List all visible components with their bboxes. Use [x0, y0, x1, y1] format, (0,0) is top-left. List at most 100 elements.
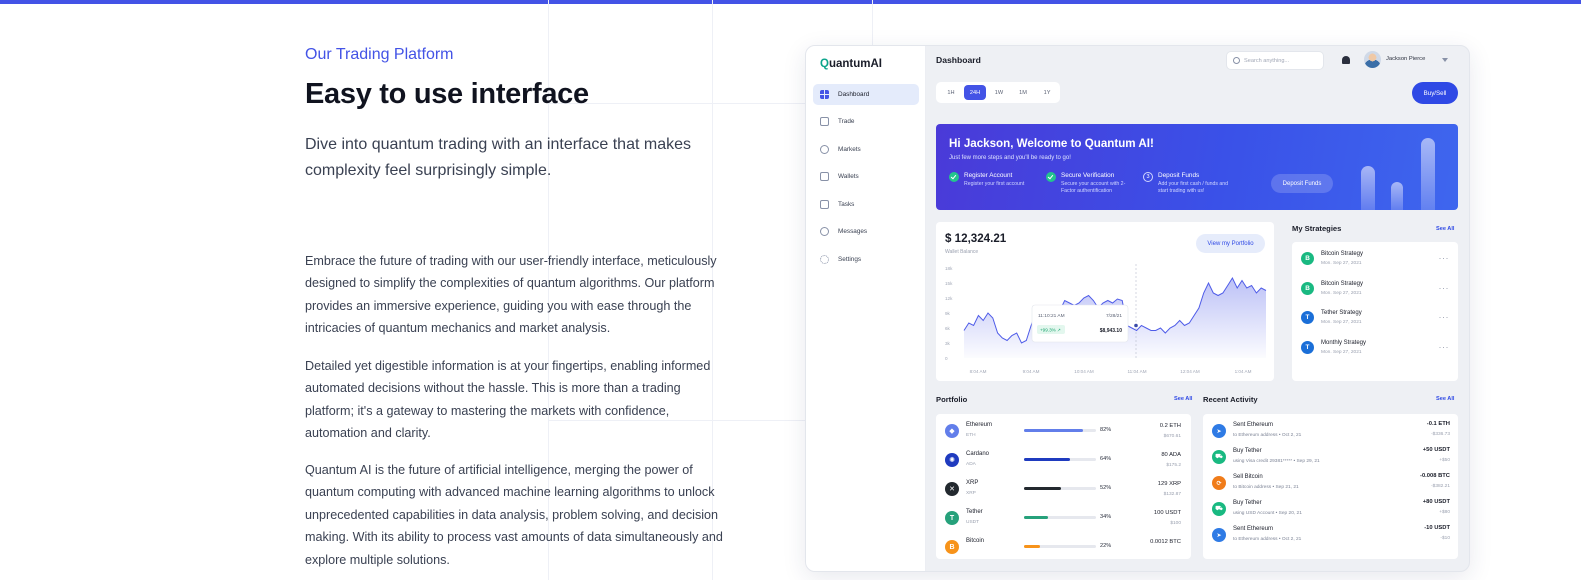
more-icon[interactable]: ··· [1439, 253, 1450, 263]
activity-title: Recent Activity [1203, 395, 1258, 404]
search-icon [1233, 57, 1240, 64]
tasks-icon [820, 200, 829, 209]
sidebar-item-tasks[interactable]: Tasks [813, 194, 919, 215]
balance-chart[interactable]: 18k 15k 12k 9k 6k 3k 0 8:04 AM 9:04 AM 10:04 AM 11… [936, 222, 1274, 381]
portfolio-item[interactable]: ✺ Cardano ADA 64% 80 ADA $175.2 [945, 450, 1181, 472]
timeframe-1y[interactable]: 1Y [1036, 85, 1058, 100]
cart-icon: ⛟ [1212, 450, 1226, 464]
user-name[interactable]: Jackson Pierce [1386, 56, 1425, 62]
onboarding-step: 3 Deposit Funds Add your first cash / fun… [1143, 172, 1234, 195]
section-title: Easy to use interface [305, 78, 589, 110]
timeframe-24h[interactable]: 24H [964, 85, 986, 100]
activity-card: ➤ Sent Ethereum to Ethereum address • Oc… [1203, 414, 1458, 559]
top-accent-bar [0, 0, 1581, 4]
portfolio-item[interactable]: ✕ XRP XRP 52% 129 XRP $132.87 [945, 479, 1181, 501]
y-tick-label: 15k [945, 281, 953, 286]
send-icon: ➤ [1212, 528, 1226, 542]
strategy-item[interactable]: T Monthly Strategy Mon. Sep 27, 2021 ··· [1301, 339, 1449, 359]
activity-see-all-link[interactable]: See All [1436, 396, 1454, 402]
y-tick-label: 18k [945, 266, 953, 271]
sidebar-item-wallets[interactable]: Wallets [813, 166, 919, 187]
xrp-icon: ✕ [945, 482, 959, 496]
strategy-icon: B [1301, 252, 1314, 265]
activity-item[interactable]: ⟳ Sell Bitcoin to Bitcoin address • Sep … [1212, 472, 1450, 494]
portfolio-item[interactable]: B Bitcoin 22% 0.0012 BTC [945, 537, 1181, 559]
portfolio-card: ◆ Ethereum ETH 82% 0.2 ETH $670.61 ✺ Car… [936, 414, 1191, 559]
sidebar-item-settings[interactable]: Settings [813, 249, 919, 270]
portfolio-see-all-link[interactable]: See All [1174, 396, 1192, 402]
app-logo[interactable]: QuantumAI [820, 58, 882, 70]
allocation-bar-fill [1024, 545, 1040, 548]
crosshair-point [1134, 323, 1138, 328]
decorative-bar [1391, 182, 1403, 210]
tooltip-date: 7/28/21 [1106, 313, 1122, 319]
allocation-bar [1024, 458, 1096, 461]
portfolio-item[interactable]: T Tether USDT 34% 100 USDT $100 [945, 508, 1181, 530]
sidebar-item-messages[interactable]: Messages [813, 221, 919, 242]
section-lead: Dive into quantum trading with an interf… [305, 136, 691, 179]
welcome-banner: Hi Jackson, Welcome to Quantum AI! Just … [936, 124, 1458, 210]
strategy-icon: T [1301, 341, 1314, 354]
x-tick-label: 9:04 AM [1023, 369, 1040, 374]
allocation-bar [1024, 429, 1096, 432]
sidebar-item-dashboard[interactable]: Dashboard [813, 84, 919, 105]
dashboard-icon [820, 90, 829, 99]
strategy-item[interactable]: B Bitcoin Strategy Mon. Sep 27, 2021 ··· [1301, 280, 1449, 300]
y-tick-label: 3k [945, 341, 951, 346]
strategy-item[interactable]: T Tether Strategy Mon. Sep 27, 2021 ··· [1301, 309, 1449, 329]
strategies-see-all-link[interactable]: See All [1436, 226, 1454, 232]
check-icon [949, 172, 959, 182]
tooltip-change: +99.3% ↗ [1040, 328, 1061, 333]
message-icon [820, 227, 829, 236]
allocation-bar-fill [1024, 458, 1071, 461]
activity-item[interactable]: ⛟ Buy Tether using Visa credit 29381****… [1212, 446, 1450, 468]
allocation-bar [1024, 545, 1096, 548]
more-icon[interactable]: ··· [1439, 283, 1450, 293]
tooltip-time: 11:10:21 AM [1038, 313, 1065, 319]
sidebar-item-trade[interactable]: Trade [813, 111, 919, 132]
strategy-icon: T [1301, 311, 1314, 324]
page-title: Dashboard [936, 55, 981, 65]
bg-grid-line [872, 0, 873, 45]
body-paragraph: Embrace the future of trading with our u… [305, 254, 717, 336]
strategies-title: My Strategies [1292, 224, 1342, 233]
check-icon [1046, 172, 1056, 182]
portfolio-title: Portfolio [936, 395, 968, 404]
strategies-card: B Bitcoin Strategy Mon. Sep 27, 2021 ···… [1292, 242, 1458, 381]
onboarding-step: Secure Verification Secure your account w… [1046, 172, 1137, 195]
x-tick-label: 12:04 AM [1180, 369, 1200, 374]
more-icon[interactable]: ··· [1439, 312, 1450, 322]
timeframe-1m[interactable]: 1M [1012, 85, 1034, 100]
decorative-bar [1421, 138, 1435, 210]
allocation-bar [1024, 487, 1096, 490]
sidebar-item-markets[interactable]: Markets [813, 139, 919, 160]
buy-sell-button[interactable]: Buy/Sell [1412, 82, 1458, 104]
send-icon: ➤ [1212, 424, 1226, 438]
avatar[interactable] [1364, 51, 1381, 68]
trade-icon [820, 117, 829, 126]
y-tick-label: 0 [945, 356, 948, 361]
bell-icon[interactable] [1342, 56, 1350, 64]
ethereum-icon: ◆ [945, 424, 959, 438]
timeframe-1w[interactable]: 1W [988, 85, 1010, 100]
cart-icon: ⛟ [1212, 502, 1226, 516]
tooltip-box [1031, 304, 1129, 343]
timeframe-1h[interactable]: 1H [940, 85, 962, 100]
y-tick-label: 9k [945, 311, 951, 316]
activity-item[interactable]: ⛟ Buy Tether using USD Account • Sep 20,… [1212, 498, 1450, 520]
allocation-bar-fill [1024, 429, 1084, 432]
deposit-funds-button[interactable]: Deposit Funds [1271, 174, 1333, 193]
timeframe-selector: 1H 24H 1W 1M 1Y [936, 82, 1060, 103]
portfolio-item[interactable]: ◆ Ethereum ETH 82% 0.2 ETH $670.61 [945, 421, 1181, 443]
search-input[interactable]: Search anything... [1226, 51, 1324, 70]
more-icon[interactable]: ··· [1439, 342, 1450, 352]
activity-item[interactable]: ➤ Sent Ethereum to Ethereum address • Oc… [1212, 420, 1450, 442]
strategy-item[interactable]: B Bitcoin Strategy Mon. Sep 27, 2021 ··· [1301, 250, 1449, 270]
decorative-bar [1361, 166, 1375, 210]
body-paragraph: Quantum AI is the future of artificial i… [305, 463, 723, 567]
tooltip-value: $8,943.10 [1100, 328, 1122, 334]
activity-item[interactable]: ➤ Sent Ethereum to Ethereum address • Oc… [1212, 524, 1450, 546]
x-tick-label: 1:04 AM [1235, 369, 1252, 374]
chevron-down-icon[interactable] [1442, 58, 1448, 62]
markets-icon [820, 145, 829, 154]
